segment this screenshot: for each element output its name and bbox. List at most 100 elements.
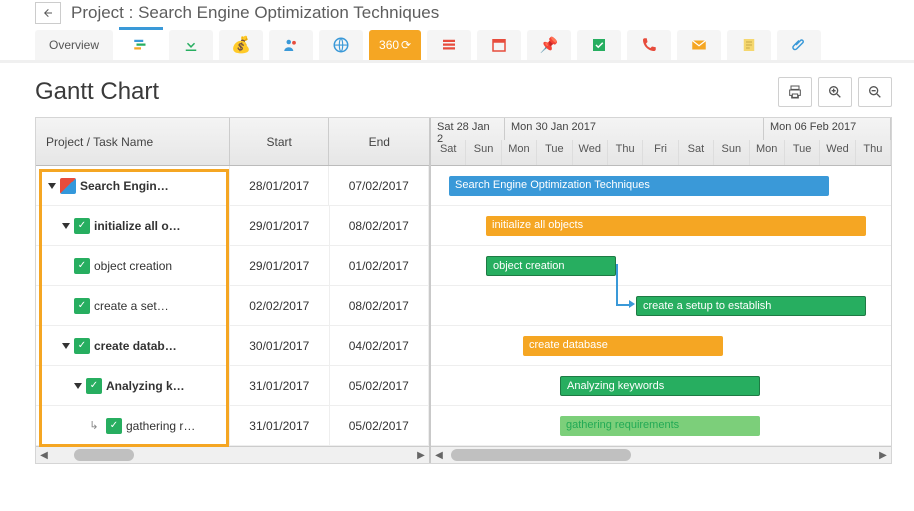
gantt-bar[interactable]: object creation [486,256,616,276]
tab-mail[interactable] [677,30,721,60]
zoom-in-button[interactable] [818,77,852,107]
list-icon [440,36,458,54]
task-label: gathering r… [126,419,195,433]
scroll-thumb[interactable] [74,449,134,461]
tab-pin[interactable]: 📌 [527,30,571,60]
col-header-name[interactable]: Project / Task Name [36,118,230,165]
print-icon [787,84,803,100]
gantt-bar[interactable]: gathering requirements [560,416,760,436]
task-row[interactable]: Analyzing k… 31/01/2017 05/02/2017 [36,366,429,406]
gantt-bar[interactable]: Search Engine Optimization Techniques [449,176,829,196]
toggle-icon[interactable] [48,183,56,189]
day-header: Fri [643,140,678,165]
tree-scrollbar[interactable]: ◀ ▶ [36,446,429,463]
toggle-icon[interactable] [62,343,70,349]
col-header-start[interactable]: Start [230,118,330,165]
print-button[interactable] [778,77,812,107]
task-label: object creation [94,259,172,273]
tab-attach[interactable] [777,30,821,60]
date-span: Sat 28 Jan 2 [431,118,505,140]
tab-import[interactable] [169,30,213,60]
task-end: 01/02/2017 [330,246,429,285]
toggle-icon[interactable] [74,383,82,389]
task-end: 04/02/2017 [330,326,430,365]
tab-calendar[interactable] [477,30,521,60]
day-header: Wed [820,140,855,165]
check-calendar-icon [590,36,608,54]
task-label: create datab… [94,339,177,353]
task-icon [86,378,102,394]
section-title: Gantt Chart [35,78,159,106]
zoom-out-button[interactable] [858,77,892,107]
task-end: 08/02/2017 [330,206,430,245]
scroll-right-icon[interactable]: ▶ [875,447,891,463]
timeline: Sat 28 Jan 2 Mon 30 Jan 2017 Mon 06 Feb … [431,118,891,463]
task-end: 05/02/2017 [330,366,429,405]
tab-list[interactable] [427,30,471,60]
task-icon [74,338,90,354]
refresh-icon: ⟳ [401,38,411,52]
arrow-left-icon [41,7,55,19]
scroll-thumb[interactable] [451,449,631,461]
breadcrumb: Project : Search Engine Optimization Tec… [0,0,914,30]
scroll-left-icon[interactable]: ◀ [431,447,447,463]
task-start: 29/01/2017 [230,246,329,285]
tab-notes[interactable] [727,30,771,60]
tab-globe[interactable] [319,30,363,60]
tab-360[interactable]: 360⟳ [369,30,421,60]
scroll-left-icon[interactable]: ◀ [36,447,52,463]
calendar-icon [490,36,508,54]
day-header: Tue [537,140,572,165]
gantt-bar[interactable]: create a setup to establish [636,296,866,316]
task-row[interactable]: create datab… 30/01/2017 04/02/2017 [36,326,429,366]
globe-icon [332,36,350,54]
people-icon [282,36,300,54]
mail-icon [690,36,708,54]
tab-overview[interactable]: Overview [35,30,113,60]
task-start: 31/01/2017 [230,406,329,445]
task-label: initialize all o… [94,219,181,233]
day-header: Mon [750,140,785,165]
zoom-out-icon [867,84,883,100]
dependency-arrow-icon [629,300,635,308]
subtask-icon: ↳ [86,418,102,434]
tab-team[interactable] [269,30,313,60]
tab-call[interactable] [627,30,671,60]
back-button[interactable] [35,2,61,24]
task-icon [74,298,90,314]
day-header: Sat [679,140,714,165]
task-tree: Project / Task Name Start End Search Eng… [36,118,431,463]
task-row[interactable]: Search Engin… 28/01/2017 07/02/2017 [36,166,429,206]
task-label: create a set… [94,299,169,313]
task-row[interactable]: create a set… 02/02/2017 08/02/2017 [36,286,429,326]
day-header: Thu [856,140,891,165]
paperclip-icon [790,36,808,54]
gantt-bar[interactable]: Analyzing keywords [560,376,760,396]
task-row[interactable]: initialize all o… 29/01/2017 08/02/2017 [36,206,429,246]
task-label: Analyzing k… [106,379,185,393]
day-header: Sun [466,140,501,165]
tab-budget[interactable]: 💰 [219,30,263,60]
download-icon [182,36,200,54]
task-row[interactable]: ↳ gathering r… 31/01/2017 05/02/2017 [36,406,429,446]
timeline-body[interactable]: Search Engine Optimization Techniques in… [431,166,891,446]
task-icon [74,258,90,274]
day-header: Mon [502,140,537,165]
pin-icon: 📌 [540,36,559,54]
timeline-scrollbar[interactable]: ◀ ▶ [431,446,891,463]
day-header: Wed [573,140,608,165]
gantt-bar[interactable]: create database [523,336,723,356]
scroll-right-icon[interactable]: ▶ [413,447,429,463]
task-icon [74,218,90,234]
tab-check[interactable] [577,30,621,60]
note-icon [740,36,758,54]
col-header-end[interactable]: End [329,118,429,165]
toggle-icon[interactable] [62,223,70,229]
tab-gantt[interactable] [119,30,163,60]
phone-icon [640,36,658,54]
task-end: 08/02/2017 [330,286,429,325]
task-row[interactable]: object creation 29/01/2017 01/02/2017 [36,246,429,286]
gantt-bar[interactable]: initialize all objects [486,216,866,236]
task-end: 05/02/2017 [330,406,429,445]
day-header: Thu [608,140,643,165]
